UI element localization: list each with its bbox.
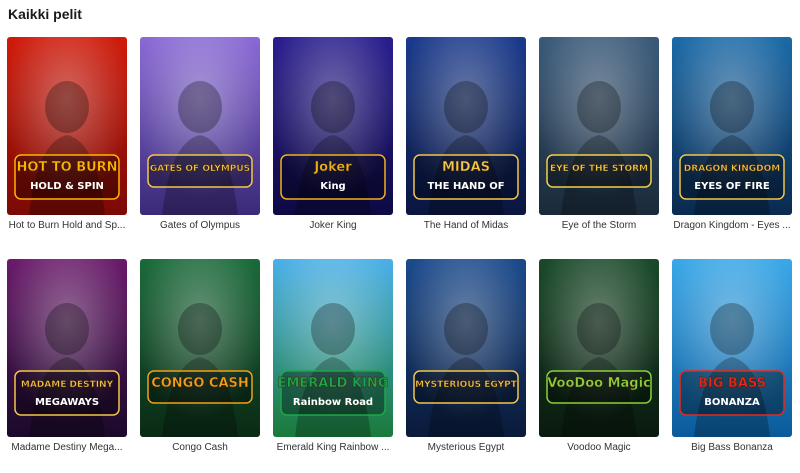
game-card-eye-of-the-storm[interactable]: EYE OF THE STORM Eye of the Storm (539, 37, 659, 259)
game-thumbnail[interactable]: MADAME DESTINY MEGAWAYS (7, 259, 127, 437)
game-title[interactable]: Congo Cash (140, 442, 260, 453)
svg-text:MEGAWAYS: MEGAWAYS (35, 397, 99, 408)
game-art: CONGO CASH (140, 259, 260, 437)
game-card-hot-to-burn[interactable]: HOT TO BURN HOLD & SPIN Hot to Burn Hold a… (7, 37, 127, 259)
game-card-congo-cash[interactable]: CONGO CASH Congo Cash (140, 259, 260, 473)
svg-text:EYES OF FIRE: EYES OF FIRE (694, 181, 770, 192)
game-thumbnail[interactable]: CONGO CASH (140, 259, 260, 437)
svg-text:MIDAS: MIDAS (442, 160, 490, 175)
svg-text:MYSTERIOUS EGYPT: MYSTERIOUS EGYPT (415, 380, 518, 390)
game-thumbnail[interactable]: Joker King (273, 37, 393, 215)
game-title[interactable]: Eye of the Storm (539, 220, 659, 231)
game-card-gates-of-olympus[interactable]: GATES OF OLYMPUS Gates of Olympus (140, 37, 260, 259)
svg-text:MADAME DESTINY: MADAME DESTINY (21, 380, 114, 390)
game-card-hand-of-midas[interactable]: MIDAS THE HAND OF The Hand of Midas (406, 37, 526, 259)
game-thumbnail[interactable]: BIG BASS BONANZA (672, 259, 792, 437)
game-title[interactable]: Mysterious Egypt (406, 442, 526, 453)
game-art: BIG BASS BONANZA (672, 259, 792, 437)
game-title[interactable]: Big Bass Bonanza (672, 442, 792, 453)
game-card-mysterious-egypt[interactable]: MYSTERIOUS EGYPT Mysterious Egypt (406, 259, 526, 473)
game-art: MYSTERIOUS EGYPT (406, 259, 526, 437)
svg-text:BIG BASS: BIG BASS (698, 376, 766, 391)
svg-text:Joker: Joker (313, 160, 352, 175)
game-card-dragon-kingdom[interactable]: DRAGON KINGDOM EYES OF FIRE Dragon Kingdom… (672, 37, 792, 259)
game-title[interactable]: The Hand of Midas (406, 220, 526, 231)
svg-text:HOT TO BURN: HOT TO BURN (16, 160, 117, 175)
game-art: Joker King (273, 37, 393, 215)
svg-text:BONANZA: BONANZA (704, 397, 760, 408)
game-art: MADAME DESTINY MEGAWAYS (7, 259, 127, 437)
game-art: EMERALD KING Rainbow Road (273, 259, 393, 437)
game-thumbnail[interactable]: MYSTERIOUS EGYPT (406, 259, 526, 437)
game-card-big-bass-bonanza[interactable]: BIG BASS BONANZA Big Bass Bonanza (672, 259, 792, 473)
game-thumbnail[interactable]: EMERALD KING Rainbow Road (273, 259, 393, 437)
game-art: DRAGON KINGDOM EYES OF FIRE (672, 37, 792, 215)
game-art: VooDoo Magic (539, 259, 659, 437)
game-art: HOT TO BURN HOLD & SPIN (7, 37, 127, 215)
svg-text:EMERALD KING: EMERALD KING (278, 376, 389, 391)
game-art: MIDAS THE HAND OF (406, 37, 526, 215)
games-grid: HOT TO BURN HOLD & SPIN Hot to Burn Hold a… (7, 37, 792, 473)
game-title[interactable]: Gates of Olympus (140, 220, 260, 231)
svg-text:HOLD & SPIN: HOLD & SPIN (30, 181, 104, 192)
game-thumbnail[interactable]: GATES OF OLYMPUS (140, 37, 260, 215)
game-art: EYE OF THE STORM (539, 37, 659, 215)
game-art: GATES OF OLYMPUS (140, 37, 260, 215)
svg-text:THE HAND OF: THE HAND OF (427, 181, 504, 192)
svg-text:GATES OF OLYMPUS: GATES OF OLYMPUS (150, 164, 250, 174)
svg-text:VooDoo Magic: VooDoo Magic (547, 376, 651, 391)
game-card-voodoo-magic[interactable]: VooDoo Magic Voodoo Magic (539, 259, 659, 473)
game-thumbnail[interactable]: VooDoo Magic (539, 259, 659, 437)
game-title[interactable]: Hot to Burn Hold and Sp... (7, 220, 127, 231)
svg-text:DRAGON KINGDOM: DRAGON KINGDOM (684, 164, 780, 174)
game-title[interactable]: Voodoo Magic (539, 442, 659, 453)
game-card-madame-destiny[interactable]: MADAME DESTINY MEGAWAYS Madame Destiny Meg… (7, 259, 127, 473)
game-title[interactable]: Joker King (273, 220, 393, 231)
game-card-joker-king[interactable]: Joker King Joker King (273, 37, 393, 259)
game-title[interactable]: Emerald King Rainbow ... (273, 442, 393, 453)
game-thumbnail[interactable]: EYE OF THE STORM (539, 37, 659, 215)
svg-text:CONGO CASH: CONGO CASH (151, 376, 249, 391)
svg-text:Rainbow Road: Rainbow Road (293, 397, 373, 408)
game-thumbnail[interactable]: MIDAS THE HAND OF (406, 37, 526, 215)
game-title[interactable]: Dragon Kingdom - Eyes ... (672, 220, 792, 231)
svg-text:King: King (320, 181, 345, 192)
game-thumbnail[interactable]: DRAGON KINGDOM EYES OF FIRE (672, 37, 792, 215)
game-title[interactable]: Madame Destiny Mega... (7, 442, 127, 453)
section-title: Kaikki pelit (8, 6, 82, 22)
game-card-emerald-king[interactable]: EMERALD KING Rainbow Road Emerald King Rai… (273, 259, 393, 473)
game-thumbnail[interactable]: HOT TO BURN HOLD & SPIN (7, 37, 127, 215)
svg-text:EYE OF THE STORM: EYE OF THE STORM (550, 164, 648, 174)
